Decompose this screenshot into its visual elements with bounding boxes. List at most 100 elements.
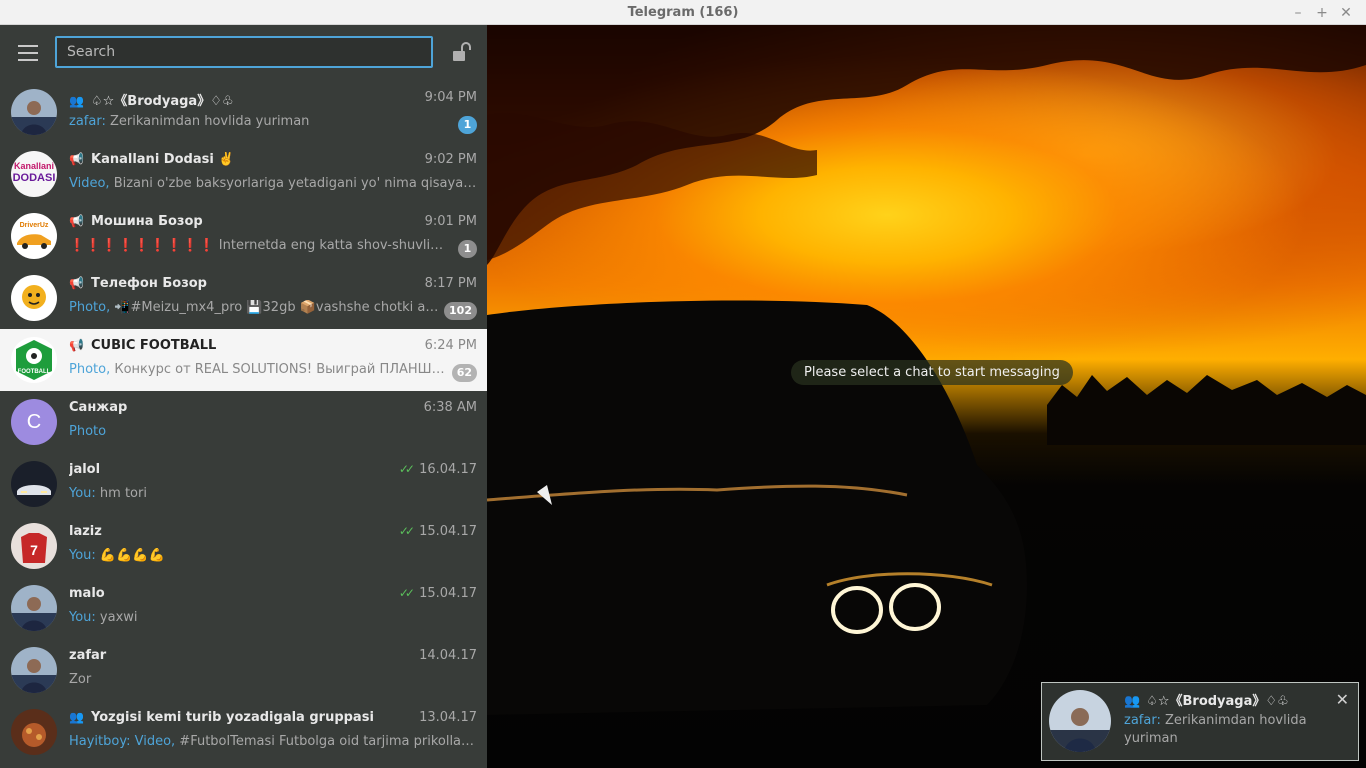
chat-name-text: Yozgisi kemi turib yozadigala gruppasi — [91, 710, 374, 725]
preview-sender: You: — [69, 548, 96, 563]
unread-badge: 1 — [458, 116, 477, 134]
notification-title-text: ♤☆《Brodyaga》♢♧ — [1146, 694, 1289, 709]
preview-text: yaxwi — [95, 610, 138, 625]
chat-preview: Photo, 📲#Meizu_mx4_pro 💾32gb 📦vashshe ch… — [69, 300, 445, 315]
chat-time-text: 9:02 PM — [424, 152, 477, 167]
channel-megaphone-icon: 📢 — [69, 152, 84, 166]
chat-time: 14.04.17 — [419, 648, 477, 663]
chat-preview: Video, Bizani o'zbe baksyorlariga yetadi… — [69, 176, 477, 191]
chat-list: 👥 ♤☆《Brodyaga》♢♧ 9:04 PM zafar: Zerikanimda… — [0, 81, 487, 763]
preview-sender: zafar: — [69, 114, 106, 129]
preview-sender: Photo, — [69, 300, 111, 315]
chat-time: 9:02 PM — [425, 152, 477, 167]
chat-time-text: 15.04.17 — [419, 586, 477, 601]
chat-time: ✓✓ 16.04.17 — [399, 462, 477, 477]
chat-item[interactable]: С Санжар 6:38 AM Photo — [0, 391, 487, 453]
channel-megaphone-icon: 📢 — [69, 214, 84, 228]
chat-name-text: malo — [69, 586, 105, 601]
chat-name: laziz — [69, 524, 377, 539]
search-input[interactable] — [55, 36, 433, 68]
chat-item[interactable]: malo ✓✓ 15.04.17 You: yaxwi — [0, 577, 487, 639]
person-photo-icon — [11, 647, 57, 693]
channel-megaphone-icon: 📢 — [69, 276, 84, 290]
group-icon: 👥 — [1124, 694, 1141, 709]
chat-name-text: laziz — [69, 524, 102, 539]
car-photo-icon — [11, 461, 57, 507]
chat-item[interactable]: zafar 14.04.17 Zor — [0, 639, 487, 701]
hamburger-menu-icon[interactable] — [18, 45, 38, 61]
close-notification-icon[interactable]: ✕ — [1336, 690, 1349, 709]
chat-time: 9:01 PM — [425, 214, 477, 229]
svg-text:DODASI: DODASI — [13, 172, 56, 184]
svg-text:7: 7 — [30, 542, 38, 558]
chat-name: 📢 Мошина Бозор — [69, 214, 377, 229]
chat-time: ✓✓ 15.04.17 — [399, 524, 477, 539]
chat-item[interactable]: 👥 Yozgisi kemi turib yozadigala gruppasi 1… — [0, 701, 487, 763]
football-logo-icon: FOOTBALL — [11, 337, 57, 383]
chat-time-text: 16.04.17 — [419, 462, 477, 477]
chat-name-text: Санжар — [69, 400, 128, 415]
chat-name-text: Мошина Бозор — [91, 214, 203, 229]
chat-time: 6:24 PM — [425, 338, 477, 353]
maximize-icon[interactable]: + — [1313, 4, 1331, 22]
chat-name-text: Телефон Бозор — [91, 276, 207, 291]
chat-item[interactable]: Kanallani DODASI 📢 Kanallani Dodasi ✌️ 9:02 … — [0, 143, 487, 205]
chat-time-text: 15.04.17 — [419, 524, 477, 539]
chat-time-text: 13.04.17 — [419, 710, 477, 725]
chat-time-text: 6:24 PM — [424, 338, 477, 353]
chat-name: 📢 Kanallani Dodasi ✌️ — [69, 152, 377, 167]
preview-text: ❗❗❗❗❗❗❗❗❗ Internetda eng katta shov-shuv… — [69, 238, 445, 253]
close-window-icon[interactable]: ✕ — [1337, 4, 1355, 22]
chat-name: 📢 CUBIC FOOTBALL — [69, 338, 377, 353]
chat-name-text: ♤☆《Brodyaga》♢♧ — [91, 94, 234, 109]
minimize-icon[interactable]: – — [1289, 4, 1307, 22]
chat-time-text: 9:04 PM — [424, 90, 477, 105]
chat-name: 📢 Телефон Бозор — [69, 276, 377, 291]
preview-sender: Video, — [69, 176, 110, 191]
chat-time-text: 9:01 PM — [424, 214, 477, 229]
notification-title: 👥 ♤☆《Brodyaga》♢♧ — [1124, 690, 1328, 709]
unlock-icon[interactable] — [452, 42, 474, 62]
chat-preview: Photo, Конкурс от REAL SOLUTIONS! Выигра… — [69, 362, 445, 377]
person-photo-icon — [11, 585, 57, 631]
chat-name-text: zafar — [69, 648, 107, 663]
chat-preview: You: yaxwi — [69, 610, 477, 625]
chat-area: Please select a chat to start messaging — [487, 25, 1366, 768]
preview-sender: Photo — [69, 424, 107, 439]
sidebar: 👥 ♤☆《Brodyaga》♢♧ 9:04 PM zafar: Zerikanimda… — [0, 25, 487, 768]
chat-preview: Photo — [69, 424, 477, 439]
chat-item[interactable]: jalol ✓✓ 16.04.17 You: hm tori — [0, 453, 487, 515]
chat-name: zafar — [69, 648, 377, 663]
preview-sender: You: — [69, 610, 96, 625]
chat-name: 👥 Yozgisi kemi turib yozadigala gruppasi — [69, 710, 377, 725]
cartoon-logo-icon — [11, 275, 57, 321]
unread-badge: 1 — [458, 240, 477, 258]
chat-item[interactable]: DriverUz 📢 Мошина Бозор 9:01 PM ❗❗❗❗❗❗❗❗❗ In… — [0, 205, 487, 267]
kanallani-logo-icon: Kanallani DODASI — [11, 151, 57, 197]
wallpaper-image — [487, 25, 1366, 715]
unread-badge: 102 — [444, 302, 477, 320]
preview-text: Zor — [69, 672, 92, 687]
group-icon: 👥 — [69, 94, 84, 108]
chat-item[interactable]: 📢 Телефон Бозор 8:17 PM Photo, 📲#Meizu_mx4_… — [0, 267, 487, 329]
chat-item[interactable]: FOOTBALL 📢 CUBIC FOOTBALL 6:24 PM Photo, Кон… — [0, 329, 487, 391]
chat-item[interactable]: 👥 ♤☆《Brodyaga》♢♧ 9:04 PM zafar: Zerikanimda… — [0, 81, 487, 143]
letter-avatar: С — [11, 399, 57, 445]
chat-time-text: 6:38 AM — [423, 400, 477, 415]
person-photo-icon — [11, 89, 57, 135]
notification-avatar — [1049, 690, 1111, 752]
preview-sender: Photo, — [69, 362, 111, 377]
preview-text: hm tori — [95, 486, 147, 501]
chat-time: 6:38 AM — [424, 400, 477, 415]
chat-name: Санжар — [69, 400, 377, 415]
chat-preview: ❗❗❗❗❗❗❗❗❗ Internetda eng katta shov-shuv… — [69, 238, 445, 253]
chat-item[interactable]: 7 laziz ✓✓ 15.04.17 You: 💪💪💪💪 — [0, 515, 487, 577]
preview-text: #FutbolTemasi Futbolga oid tarjima priko… — [179, 734, 477, 749]
svg-text:FOOTBALL: FOOTBALL — [18, 369, 51, 375]
chat-time: ✓✓ 15.04.17 — [399, 586, 477, 601]
sidebar-topbar — [0, 25, 487, 81]
read-checkmark-icon: ✓✓ — [398, 586, 415, 600]
notification-popup[interactable]: 👥 ♤☆《Brodyaga》♢♧ zafar: Zerikanimdan hovl… — [1041, 682, 1359, 761]
read-checkmark-icon: ✓✓ — [398, 524, 415, 538]
notification-sender: zafar: — [1124, 713, 1161, 728]
